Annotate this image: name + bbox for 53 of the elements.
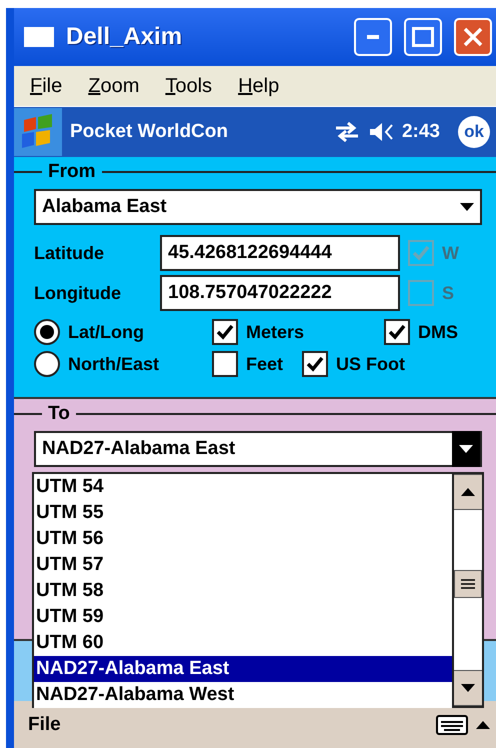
caret-icon <box>461 488 475 496</box>
grip-icon <box>461 579 475 589</box>
checkbox-label: US Foot <box>336 354 405 374</box>
maximize-button[interactable] <box>404 18 442 56</box>
radio-label: North/East <box>68 354 160 374</box>
dropdown[interactable]: NAD27-Alabama East <box>34 431 482 467</box>
checkbox-label: Meters <box>246 322 306 342</box>
caret-icon <box>460 203 474 211</box>
caret-icon <box>461 684 475 692</box>
field-label: Longitude <box>34 282 122 304</box>
checkbox-label: W <box>442 242 459 264</box>
menu-item[interactable]: File <box>28 714 428 736</box>
checkbox-label: S <box>442 282 454 304</box>
window-icon <box>24 27 54 47</box>
input-field[interactable]: 45.4268122694444 <box>160 235 400 271</box>
start-menu-icon[interactable] <box>14 108 62 156</box>
clock[interactable]: 2:43 <box>402 121 440 143</box>
checkbox[interactable] <box>212 351 238 377</box>
menu-item[interactable]: Zoom <box>88 74 140 98</box>
checkbox-label: DMS <box>418 322 458 342</box>
menu-item[interactable]: Help <box>238 74 280 98</box>
menu-item[interactable]: File <box>30 74 62 98</box>
minimize-button[interactable] <box>354 18 392 56</box>
minimize-icon <box>367 35 379 39</box>
ok-button[interactable]: ok <box>458 116 490 148</box>
radio-label: Lat/Long <box>68 322 145 342</box>
scroll-thumb[interactable] <box>454 570 482 598</box>
caret-icon <box>459 445 473 453</box>
close-button[interactable] <box>454 18 492 56</box>
app-title: Pocket WorldCon <box>70 121 229 143</box>
checkbox[interactable] <box>212 319 238 345</box>
group-label: From <box>47 161 96 183</box>
keyboard-icon[interactable] <box>436 714 468 734</box>
checkbox-label: Feet <box>246 354 284 374</box>
input-field[interactable]: 108.757047022222 <box>160 275 400 311</box>
radio-button[interactable] <box>34 351 60 377</box>
list-item[interactable]: NAD27-Alabama East <box>34 656 452 682</box>
radio-button[interactable] <box>34 319 60 345</box>
field-label: Latitude <box>34 242 105 264</box>
scroll-up-button[interactable] <box>454 474 482 510</box>
checkbox[interactable] <box>384 319 410 345</box>
menu-item[interactable]: Tools <box>165 74 212 98</box>
connectivity-icon[interactable] <box>334 121 360 143</box>
window-title: Dell_Axim <box>66 23 184 51</box>
dropdown[interactable]: Alabama East <box>34 189 482 225</box>
scroll-down-button[interactable] <box>454 670 482 706</box>
group-label: To <box>47 403 71 425</box>
close-icon <box>463 27 483 47</box>
caret-icon <box>476 720 490 728</box>
volume-icon[interactable] <box>368 121 394 143</box>
maximize-icon <box>412 27 434 47</box>
checkbox[interactable] <box>302 351 328 377</box>
scrollbar[interactable] <box>452 474 482 706</box>
